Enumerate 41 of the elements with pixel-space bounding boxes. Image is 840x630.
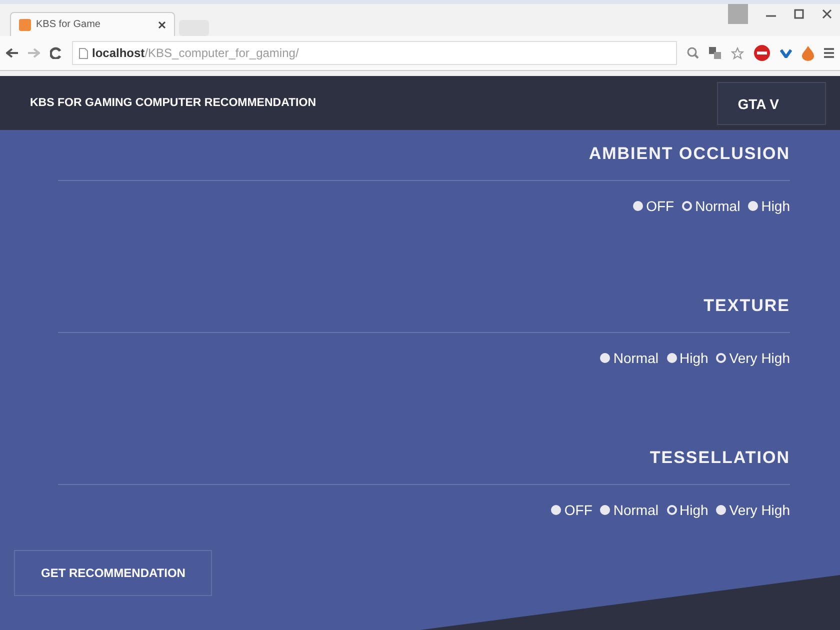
reload-icon[interactable]	[50, 47, 62, 59]
radio-option[interactable]: Very High	[716, 350, 790, 366]
app-title: KBS FOR GAMING COMPUTER RECOMMENDATION	[30, 97, 316, 109]
menu-icon[interactable]	[824, 47, 834, 59]
radio-option[interactable]: High	[666, 502, 708, 518]
zoom-icon[interactable]	[687, 47, 699, 59]
radio-option[interactable]: High	[748, 198, 790, 214]
close-icon[interactable]	[158, 20, 166, 28]
page-icon	[79, 48, 88, 58]
radio-option[interactable]: OFF	[633, 198, 674, 214]
radio-option[interactable]: OFF	[551, 502, 592, 518]
maximize-icon[interactable]	[794, 9, 804, 19]
browser-tab[interactable]: KBS for Game	[10, 12, 175, 36]
section-title: TEXTURE	[704, 296, 790, 316]
radio-option[interactable]: Normal	[600, 350, 658, 366]
radio-option[interactable]: Normal	[600, 502, 658, 518]
radio-button[interactable]	[716, 505, 726, 515]
radio-button[interactable]	[666, 505, 676, 515]
stop-sign-icon[interactable]	[754, 45, 770, 61]
star-icon[interactable]	[731, 46, 744, 60]
radio-button[interactable]	[633, 201, 644, 211]
back-icon[interactable]	[6, 48, 18, 58]
radio-button[interactable]	[600, 505, 610, 515]
favicon-icon	[19, 18, 31, 30]
get-recommendation-button[interactable]: GET RECOMMENDATION	[14, 550, 212, 596]
game-selector[interactable]: GTA V	[716, 82, 826, 124]
radio-option[interactable]: Normal	[682, 198, 740, 214]
radio-button[interactable]	[600, 353, 610, 363]
check-mark-icon[interactable]	[780, 48, 792, 58]
radio-button[interactable]	[551, 505, 562, 515]
section-title: AMBIENT OCCLUSION	[588, 144, 790, 164]
translate-icon[interactable]	[709, 47, 721, 59]
radio-button[interactable]	[666, 353, 676, 363]
radio-button[interactable]	[748, 201, 758, 211]
section-title: TESSELLATION	[650, 448, 790, 468]
radio-option[interactable]: Very High	[716, 502, 790, 518]
radio-button[interactable]	[716, 353, 726, 363]
address-bar[interactable]: localhost/KBS_computer_for_gaming/	[72, 41, 677, 65]
close-icon[interactable]	[822, 9, 832, 19]
radio-button[interactable]	[682, 201, 692, 211]
radio-option[interactable]: High	[666, 350, 708, 366]
